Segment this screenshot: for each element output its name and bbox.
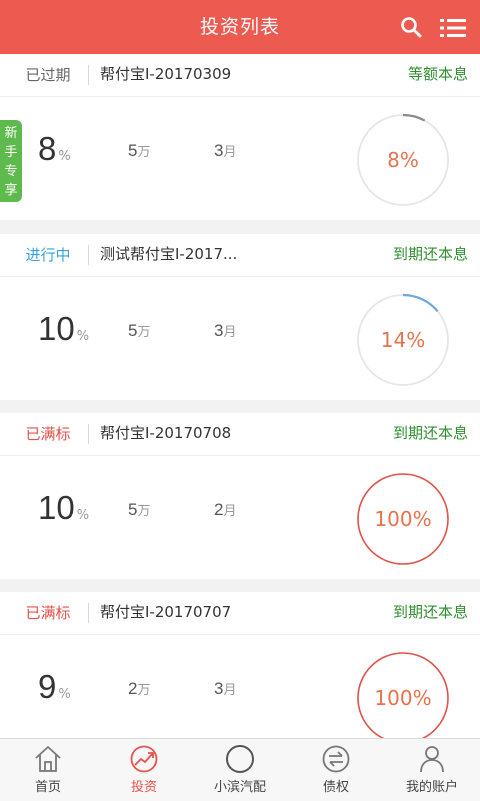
progress-ring: 8% [356,113,450,207]
amount-unit: 万 [137,145,151,160]
product-card[interactable]: 进行中 测试帮付宝I-2017... 到期还本息 10% 5万 3月 14% [0,234,480,400]
product-card[interactable]: 已过期 帮付宝I-20170309 等额本息 新手专享 8% 5万 3月 8% [0,54,480,220]
term: 2月 [214,498,236,522]
progress-ring: 14% [356,293,450,387]
annual-rate: 10% [38,483,89,533]
progress-value: 100% [374,507,432,531]
repayment-method: 到期还本息 [392,603,468,621]
product-name: 测试帮付宝I-2017... [100,245,238,263]
card-header: 已满标 帮付宝I-20170708 到期还本息 [0,413,480,456]
repayment-method: 到期还本息 [392,424,468,442]
rate-unit: % [58,149,71,164]
divider [88,603,89,623]
rate-unit: % [58,687,71,702]
tab-home[interactable]: 首页 [0,739,96,801]
tab-auto-parts[interactable]: 小滨汽配 [192,739,288,801]
bottom-tab-bar: 首页 投资 小滨汽配 债权 我的账户 [0,738,480,801]
progress-ring: 100% [356,472,450,566]
user-icon [420,746,444,773]
amount: 5万 [128,139,150,163]
status-label: 已满标 [25,425,71,443]
tab-label: 首页 [34,780,61,795]
tab-account[interactable]: 我的账户 [384,739,480,801]
repayment-method: 到期还本息 [392,245,468,263]
progress-value: 14% [380,328,426,352]
card-header: 进行中 测试帮付宝I-2017... 到期还本息 [0,234,480,277]
divider [88,424,89,444]
term-unit: 月 [223,325,237,340]
annual-rate: 10% [38,304,89,354]
status-label: 进行中 [25,246,71,264]
progress-value: 100% [374,686,432,710]
annual-rate: 9% [38,662,71,712]
card-header: 已过期 帮付宝I-20170309 等额本息 [0,54,480,97]
amount: 2万 [128,677,150,701]
rate-unit: % [76,329,90,344]
product-list: 已过期 帮付宝I-20170309 等额本息 新手专享 8% 5万 3月 8% … [0,54,480,738]
product-name: 帮付宝I-20170708 [100,424,232,442]
tab-debt[interactable]: 债权 [288,739,384,801]
card-header: 已满标 帮付宝I-20170707 到期还本息 [0,592,480,635]
term-unit: 月 [223,145,237,160]
status-label: 已过期 [25,66,71,84]
term: 3月 [214,139,236,163]
amount-unit: 万 [137,504,151,519]
product-name: 帮付宝I-20170309 [100,65,232,83]
home-icon [35,746,61,772]
tab-label: 债权 [322,780,349,795]
amount: 5万 [128,498,150,522]
invest-chart-icon [130,745,158,773]
newbie-tag: 新手专享 [0,120,22,202]
product-card[interactable]: 已满标 帮付宝I-20170707 到期还本息 9% 2万 3月 100% [0,592,480,738]
divider [88,65,89,85]
progress-ring: 100% [356,651,450,738]
tab-label: 投资 [130,780,157,795]
rate-value: 10 [38,310,75,347]
transfer-icon [322,745,350,773]
divider [88,245,89,265]
amount: 5万 [128,319,150,343]
rate-unit: % [76,508,90,523]
rate-value: 9 [38,668,57,705]
rate-value: 10 [38,489,75,526]
status-label: 已满标 [25,604,71,622]
term-unit: 月 [223,683,237,698]
amount-unit: 万 [137,325,151,340]
rate-value: 8 [38,130,57,167]
term: 3月 [214,319,236,343]
product-name: 帮付宝I-20170707 [100,603,232,621]
amount-unit: 万 [137,683,151,698]
annual-rate: 8% [38,124,71,174]
tab-invest[interactable]: 投资 [96,739,192,801]
product-card[interactable]: 已满标 帮付宝I-20170708 到期还本息 10% 5万 2月 100% [0,413,480,579]
progress-value: 8% [387,148,419,172]
tab-label: 我的账户 [405,780,458,795]
search-icon[interactable] [400,16,422,38]
list-menu-icon[interactable] [440,18,466,38]
term-unit: 月 [223,504,237,519]
repayment-method: 等额本息 [407,65,468,83]
header-bar: 投资列表 [0,0,480,54]
circle-icon [226,745,254,773]
term: 3月 [214,677,236,701]
tab-label: 小滨汽配 [213,780,266,795]
